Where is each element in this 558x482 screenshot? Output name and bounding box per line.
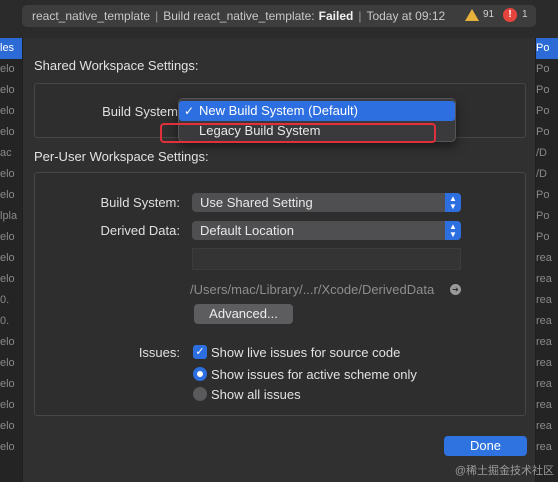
user-build-system-label: Build System:	[100, 195, 180, 210]
editor-line-fragment: elo	[0, 273, 15, 285]
editor-left-gutter: les elo elo elo elo ac elo elo lpla elo elo elo 0. 0.…	[0, 38, 22, 482]
editor-line-fragment: lpla	[0, 210, 18, 222]
reveal-in-finder-icon[interactable]: ➔	[450, 284, 461, 295]
editor-line-fragment: rea	[536, 336, 552, 348]
error-count[interactable]: 1	[522, 9, 528, 20]
build-system-value: Use Shared Setting	[200, 195, 313, 210]
editor-line-fragment: elo	[0, 441, 15, 453]
shared-build-system-label: Build System	[102, 104, 178, 119]
editor-line-fragment: Po	[536, 189, 550, 201]
menu-item-new-build-system[interactable]: ✓ New Build System (Default)	[179, 101, 455, 121]
editor-line-fragment: Po	[536, 63, 550, 75]
editor-line-fragment: ac	[0, 147, 12, 159]
editor-line-fragment: elo	[0, 126, 15, 138]
menu-item-label: New Build System (Default)	[199, 103, 358, 118]
editor-line-fragment: Po	[536, 84, 550, 96]
build-text: Build react_native_template:	[163, 9, 315, 23]
derived-data-label: Derived Data:	[100, 223, 180, 238]
editor-line-fragment: rea	[536, 441, 552, 453]
derived-data-path: /Users/mac/Library/...r/Xcode/DerivedDat…	[190, 282, 435, 297]
editor-line-fragment: rea	[536, 420, 552, 432]
annotation-highlight	[160, 123, 436, 143]
done-button[interactable]: Done	[444, 436, 527, 456]
editor-line-fragment: elo	[0, 420, 15, 432]
checkmark-icon: ✓	[184, 104, 195, 118]
issues-label: Issues:	[138, 345, 180, 360]
project-name: react_native_template	[32, 9, 151, 23]
editor-line-fragment: rea	[536, 357, 552, 369]
editor-line-fragment: elo	[0, 168, 15, 180]
editor-line-fragment: Po	[536, 231, 550, 243]
error-icon[interactable]: !	[503, 8, 517, 22]
editor-line-fragment: elo	[0, 105, 15, 117]
editor-line-fragment: elo	[0, 84, 15, 96]
editor-line-fragment: Po	[536, 105, 550, 117]
advanced-button[interactable]: Advanced...	[194, 304, 293, 324]
show-live-issues-label[interactable]: Show live issues for source code	[211, 345, 400, 360]
editor-line-fragment: rea	[536, 399, 552, 411]
warning-count[interactable]: 91	[483, 9, 494, 20]
editor-line-fragment: rea	[536, 252, 552, 264]
editor-line-fragment: Po	[536, 126, 550, 138]
editor-line-fragment: elo	[0, 189, 15, 201]
editor-line-fragment: elo	[0, 357, 15, 369]
editor-line-fragment: elo	[0, 378, 15, 390]
editor-line-fragment: elo	[0, 399, 15, 411]
editor-line-fragment: elo	[0, 336, 15, 348]
popup-stepper-icon: ▲ ▼	[445, 193, 461, 212]
show-live-issues-checkbox[interactable]: ✓	[193, 345, 207, 359]
editor-line-fragment: les	[0, 38, 22, 59]
editor-line-fragment: Po	[536, 38, 558, 59]
editor-line-fragment: elo	[0, 252, 15, 264]
editor-line-fragment: rea	[536, 378, 552, 390]
all-issues-label[interactable]: Show all issues	[211, 387, 301, 402]
editor-line-fragment: rea	[536, 315, 552, 327]
status-separator: |	[358, 9, 362, 23]
build-time: Today at 09:12	[366, 9, 446, 23]
derived-data-value: Default Location	[200, 223, 294, 238]
per-user-settings-title: Per-User Workspace Settings:	[34, 149, 209, 164]
build-result: Failed	[318, 9, 354, 23]
derived-data-popup[interactable]: Default Location ▲ ▼	[192, 221, 461, 240]
watermark: @稀土掘金技术社区	[454, 465, 554, 477]
editor-right-gutter: Po Po Po Po Po/D/D Po Po Po rea rea rea rea rea rea re…	[536, 38, 558, 482]
editor-line-fragment: rea	[536, 273, 552, 285]
editor-line-fragment: /D	[536, 168, 547, 180]
custom-location-field	[192, 248, 461, 270]
editor-line-fragment: elo	[0, 231, 15, 243]
editor-line-fragment: 0.	[0, 294, 10, 306]
editor-line-fragment: /D	[536, 147, 547, 159]
all-issues-radio[interactable]	[193, 387, 207, 401]
popup-stepper-icon: ▲ ▼	[445, 221, 461, 240]
active-scheme-label[interactable]: Show issues for active scheme only	[211, 367, 417, 382]
status-separator: |	[155, 9, 159, 23]
shared-settings-title: Shared Workspace Settings:	[34, 58, 199, 73]
editor-line-fragment: rea	[536, 294, 552, 306]
activity-status-bar: react_native_template | Build react_nati…	[22, 5, 536, 27]
editor-line-fragment: 0.	[0, 315, 10, 327]
editor-line-fragment: elo	[0, 63, 15, 75]
warning-icon[interactable]	[465, 9, 479, 21]
editor-line-fragment: Po	[536, 210, 550, 222]
active-scheme-radio[interactable]	[193, 367, 207, 381]
build-system-popup[interactable]: Use Shared Setting ▲ ▼	[192, 193, 461, 212]
